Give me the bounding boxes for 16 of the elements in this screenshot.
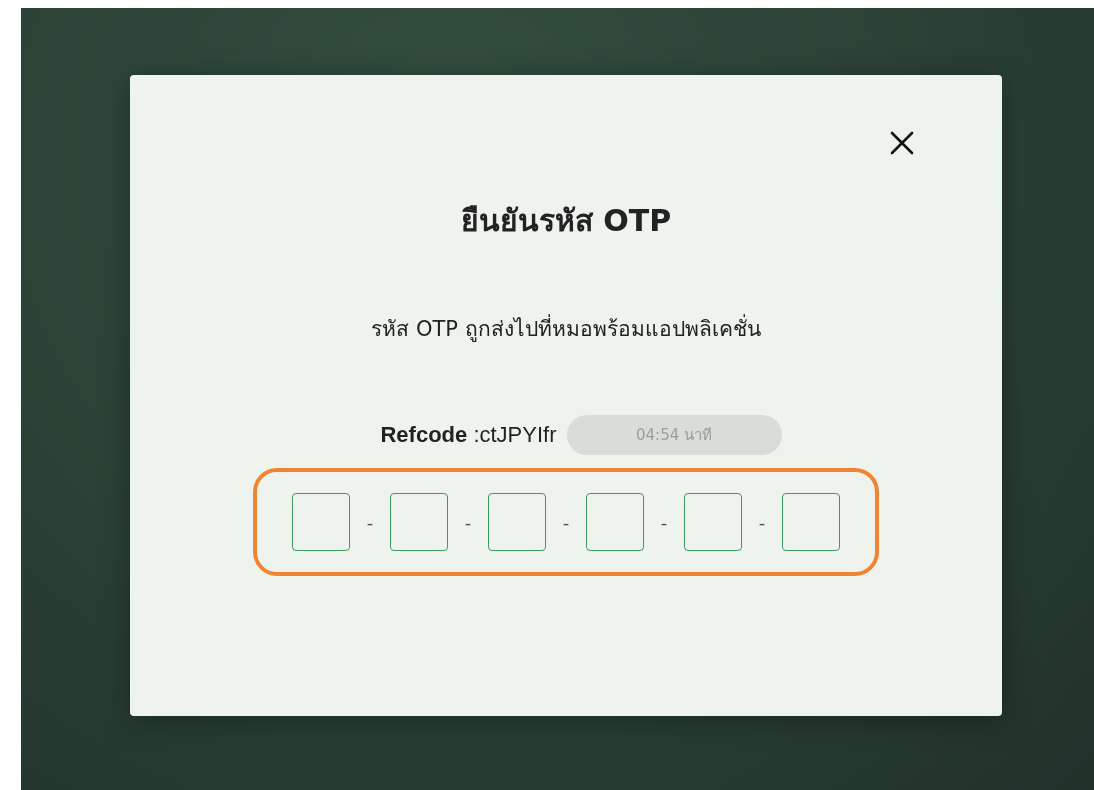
otp-digit-field[interactable] <box>586 493 644 551</box>
dialog-title: ยืนยันรหัส OTP <box>460 202 672 240</box>
separator-dash: - <box>463 511 473 533</box>
separator-dash: - <box>561 511 571 533</box>
otp-digit-field[interactable] <box>292 493 350 551</box>
separator-dash: - <box>659 511 669 533</box>
message-text: รหัส OTP ถูกส่งไปที่หมอพร้อมแอปพลิเคชั่น <box>371 312 761 345</box>
close-icon[interactable] <box>890 131 914 155</box>
separator-dash: - <box>365 511 375 533</box>
otp-digit-field[interactable] <box>782 493 840 551</box>
separator-dash: - <box>757 511 767 533</box>
otp-digit-field[interactable] <box>390 493 448 551</box>
countdown-timer: 04:54 นาที <box>566 415 782 455</box>
refcode-text: Refcode :ctJPYIfr <box>380 422 557 448</box>
otp-digit-field[interactable] <box>684 493 742 551</box>
otp-digit-field[interactable] <box>488 493 546 551</box>
